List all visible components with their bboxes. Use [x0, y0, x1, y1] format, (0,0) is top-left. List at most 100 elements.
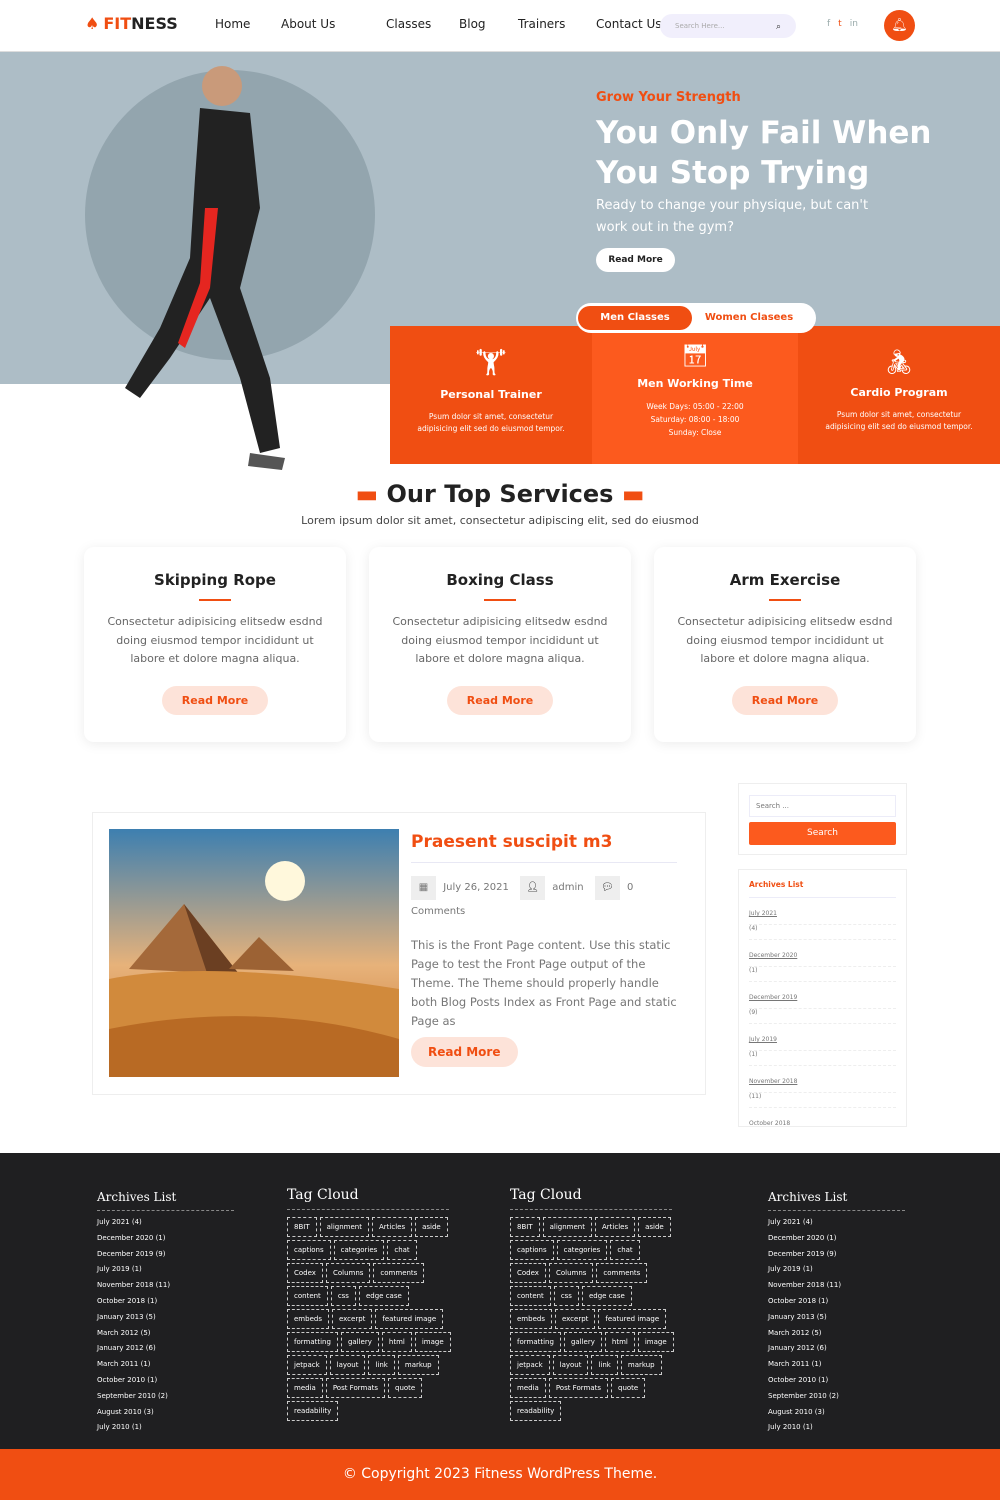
- footer-tag[interactable]: Columns: [325, 1263, 371, 1283]
- footer-tag[interactable]: image: [414, 1332, 451, 1352]
- footer-tag[interactable]: featured image: [375, 1309, 444, 1329]
- footer-tag[interactable]: markup: [620, 1355, 662, 1375]
- search-icon[interactable]: ⌕: [776, 22, 781, 32]
- archive-link[interactable]: December 2020: [749, 946, 896, 967]
- footer-archive-link[interactable]: August 2010 (3): [768, 1408, 905, 1424]
- footer-tag[interactable]: 8BIT: [510, 1217, 540, 1237]
- footer-tag[interactable]: excerpt: [331, 1309, 373, 1329]
- footer-tag[interactable]: captions: [510, 1240, 554, 1260]
- footer-tag[interactable]: Codex: [287, 1263, 323, 1283]
- linkedin-icon[interactable]: in: [850, 19, 858, 29]
- footer-tag[interactable]: quote: [388, 1378, 423, 1398]
- footer-archive-link[interactable]: October 2010 (1): [97, 1376, 234, 1392]
- footer-archive-link[interactable]: July 2019 (1): [768, 1265, 905, 1281]
- footer-archive-link[interactable]: October 2018 (1): [97, 1297, 234, 1313]
- footer-tag[interactable]: jetpack: [510, 1355, 550, 1375]
- footer-tag[interactable]: formatting: [287, 1332, 338, 1352]
- footer-tag[interactable]: featured image: [598, 1309, 667, 1329]
- footer-tag[interactable]: link: [591, 1355, 618, 1375]
- search-input[interactable]: Search Here... ⌕: [660, 14, 796, 38]
- nav-blog[interactable]: Blog: [459, 17, 518, 31]
- footer-archive-link[interactable]: July 2010 (1): [768, 1423, 905, 1439]
- footer-tag[interactable]: comments: [596, 1263, 648, 1283]
- sidebar-search-button[interactable]: Search: [749, 822, 896, 845]
- read-more-button[interactable]: Read More: [161, 685, 269, 715]
- footer-archive-link[interactable]: September 2010 (2): [97, 1392, 234, 1408]
- footer-archive-link[interactable]: July 2019 (1): [97, 1265, 234, 1281]
- footer-tag[interactable]: embeds: [287, 1309, 329, 1329]
- footer-archive-link[interactable]: July 2021 (4): [97, 1218, 234, 1234]
- footer-tag[interactable]: layout: [329, 1355, 366, 1375]
- logo[interactable]: ♠ FIT NESS: [85, 14, 178, 33]
- sidebar-search-input[interactable]: Search ...: [749, 795, 896, 817]
- tab-women-classes[interactable]: Women Clasees: [692, 306, 806, 330]
- footer-archive-link[interactable]: January 2012 (6): [768, 1344, 905, 1360]
- footer-archive-link[interactable]: March 2011 (1): [768, 1360, 905, 1376]
- footer-archive-link[interactable]: January 2012 (6): [97, 1344, 234, 1360]
- footer-tag[interactable]: Post Formats: [325, 1378, 385, 1398]
- twitter-icon[interactable]: t: [838, 19, 842, 29]
- footer-tag[interactable]: aside: [638, 1217, 671, 1237]
- archive-link[interactable]: November 2018: [749, 1072, 896, 1093]
- footer-tag[interactable]: layout: [552, 1355, 589, 1375]
- footer-tag[interactable]: link: [368, 1355, 395, 1375]
- nav-classes[interactable]: Classes: [386, 17, 459, 31]
- footer-tag[interactable]: media: [510, 1378, 546, 1398]
- footer-tag[interactable]: css: [330, 1286, 356, 1306]
- footer-archive-link[interactable]: November 2018 (11): [768, 1281, 905, 1297]
- footer-archive-link[interactable]: July 2021 (4): [768, 1218, 905, 1234]
- footer-archive-link[interactable]: January 2013 (5): [97, 1313, 234, 1329]
- footer-tag[interactable]: aside: [415, 1217, 448, 1237]
- footer-tag[interactable]: html: [604, 1332, 635, 1352]
- footer-tag[interactable]: Columns: [548, 1263, 594, 1283]
- bell-icon[interactable]: 🔔︎: [884, 10, 915, 41]
- footer-tag[interactable]: alignment: [319, 1217, 369, 1237]
- archive-link[interactable]: December 2019: [749, 988, 896, 1009]
- footer-tag[interactable]: categories: [556, 1240, 608, 1260]
- read-more-button[interactable]: Read More: [731, 685, 839, 715]
- footer-tag[interactable]: quote: [611, 1378, 646, 1398]
- post-image[interactable]: [109, 829, 399, 1077]
- footer-tag[interactable]: captions: [287, 1240, 331, 1260]
- footer-tag[interactable]: alignment: [542, 1217, 592, 1237]
- footer-tag[interactable]: categories: [333, 1240, 385, 1260]
- footer-tag[interactable]: embeds: [510, 1309, 552, 1329]
- footer-archive-link[interactable]: January 2013 (5): [768, 1313, 905, 1329]
- footer-archive-link[interactable]: December 2019 (9): [97, 1250, 234, 1266]
- footer-archive-link[interactable]: December 2020 (1): [97, 1234, 234, 1250]
- footer-tag[interactable]: excerpt: [554, 1309, 596, 1329]
- footer-tag[interactable]: css: [553, 1286, 579, 1306]
- footer-tag[interactable]: jetpack: [287, 1355, 327, 1375]
- footer-tag[interactable]: 8BIT: [287, 1217, 317, 1237]
- footer-tag[interactable]: Articles: [594, 1217, 636, 1237]
- footer-tag[interactable]: formatting: [510, 1332, 561, 1352]
- post-read-more-button[interactable]: Read More: [411, 1037, 518, 1067]
- footer-tag[interactable]: readability: [510, 1401, 562, 1421]
- nav-home[interactable]: Home: [215, 17, 281, 31]
- footer-archive-link[interactable]: March 2012 (5): [97, 1329, 234, 1345]
- footer-archive-link[interactable]: March 2012 (5): [768, 1329, 905, 1345]
- footer-tag[interactable]: Post Formats: [548, 1378, 608, 1398]
- footer-tag[interactable]: content: [510, 1286, 551, 1306]
- footer-tag[interactable]: Articles: [371, 1217, 413, 1237]
- footer-tag[interactable]: gallery: [340, 1332, 379, 1352]
- footer-tag[interactable]: chat: [387, 1240, 417, 1260]
- footer-tag[interactable]: gallery: [563, 1332, 602, 1352]
- tab-men-classes[interactable]: Men Classes: [578, 306, 692, 330]
- footer-tag[interactable]: edge case: [358, 1286, 409, 1306]
- footer-tag[interactable]: image: [637, 1332, 674, 1352]
- footer-tag[interactable]: Codex: [510, 1263, 546, 1283]
- footer-archive-link[interactable]: September 2010 (2): [768, 1392, 905, 1408]
- footer-tag[interactable]: html: [381, 1332, 412, 1352]
- archive-link[interactable]: July 2021: [749, 904, 896, 925]
- footer-archive-link[interactable]: December 2020 (1): [768, 1234, 905, 1250]
- footer-tag[interactable]: chat: [610, 1240, 640, 1260]
- footer-tag[interactable]: readability: [287, 1401, 339, 1421]
- footer-archive-link[interactable]: October 2018 (1): [768, 1297, 905, 1313]
- footer-archive-link[interactable]: December 2019 (9): [768, 1250, 905, 1266]
- footer-tag[interactable]: comments: [373, 1263, 425, 1283]
- footer-tag[interactable]: media: [287, 1378, 323, 1398]
- footer-tag[interactable]: edge case: [581, 1286, 632, 1306]
- read-more-button[interactable]: Read More: [446, 685, 554, 715]
- post-title[interactable]: Praesent suscipit m3: [411, 832, 612, 852]
